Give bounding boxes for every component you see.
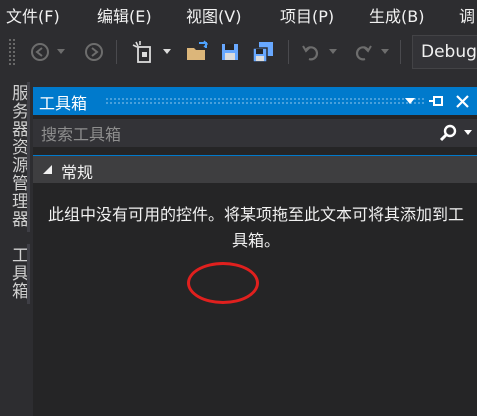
tab-indicator [27, 244, 30, 304]
search-icon [439, 124, 457, 142]
open-folder-icon [187, 40, 209, 60]
expanded-triangle-icon [43, 165, 52, 174]
back-button[interactable] [28, 30, 52, 74]
undo-dropdown[interactable] [326, 30, 340, 74]
redo-dropdown[interactable] [378, 30, 392, 74]
redo-button[interactable] [350, 30, 376, 74]
undo-icon [302, 45, 319, 61]
menu-file[interactable]: 文件(F) [6, 3, 60, 27]
group-label: 常规 [61, 163, 94, 182]
chevron-down-icon [464, 130, 472, 135]
redo-icon [355, 45, 372, 61]
forward-icon [85, 43, 103, 61]
toolbar-separator [288, 40, 289, 64]
new-project-button[interactable] [128, 30, 158, 74]
chevron-down-icon [163, 49, 171, 54]
toolbox-title-bar[interactable]: 工具箱 [33, 87, 477, 115]
toolbox-title: 工具箱 [39, 94, 88, 113]
solution-configuration-select[interactable]: Debug [412, 35, 477, 69]
save-all-button[interactable] [248, 30, 278, 74]
close-icon [455, 94, 469, 108]
search-options-dropdown[interactable] [461, 122, 475, 144]
chevron-down-icon [405, 97, 415, 104]
chevron-down-icon [57, 49, 65, 54]
title-grip [105, 97, 425, 105]
save-all-icon [252, 42, 273, 63]
new-project-dropdown[interactable] [160, 30, 174, 74]
back-icon [31, 43, 49, 61]
menu-bar: 文件(F) 编辑(E) 视图(V) 项目(P) 生成(B) 调 [0, 0, 477, 28]
toolbar-separator [116, 40, 117, 64]
chevron-down-icon [329, 49, 337, 54]
new-project-icon [132, 41, 151, 63]
close-button[interactable] [451, 87, 473, 115]
menu-project[interactable]: 项目(P) [280, 3, 334, 27]
standard-toolbar [0, 30, 477, 74]
toolbox-search-input[interactable] [39, 121, 423, 147]
save-icon [222, 44, 238, 60]
window-position-button[interactable] [399, 87, 421, 115]
open-file-button[interactable] [182, 30, 212, 74]
menu-build[interactable]: 生成(B) [369, 3, 424, 27]
toolbar-separator [400, 40, 401, 64]
group-header-general[interactable]: 常规 [33, 155, 477, 183]
undo-button[interactable] [298, 30, 324, 74]
empty-group-message: 此组中没有可用的控件。将某项拖至此文本可将其添加到工具箱。 [47, 205, 464, 250]
pin-icon [429, 96, 443, 106]
forward-button[interactable] [82, 30, 106, 74]
toolbox-search-bar [33, 119, 477, 147]
toolbox-panel: 工具箱 常规 [33, 87, 477, 416]
back-dropdown[interactable] [54, 30, 68, 74]
auto-hide-button[interactable] [425, 87, 447, 115]
save-button[interactable] [216, 30, 244, 74]
search-button[interactable] [437, 122, 459, 144]
chevron-down-icon [381, 49, 389, 54]
tab-indicator [27, 82, 30, 232]
menu-debug[interactable]: 调 [459, 3, 475, 27]
menu-view[interactable]: 视图(V) [186, 3, 241, 27]
toolbar-grip[interactable] [8, 38, 16, 66]
red-circle-annotation [187, 262, 259, 304]
menu-edit[interactable]: 编辑(E) [97, 3, 152, 27]
left-tool-strip: 服务器资源管理器 工具箱 [0, 76, 31, 416]
